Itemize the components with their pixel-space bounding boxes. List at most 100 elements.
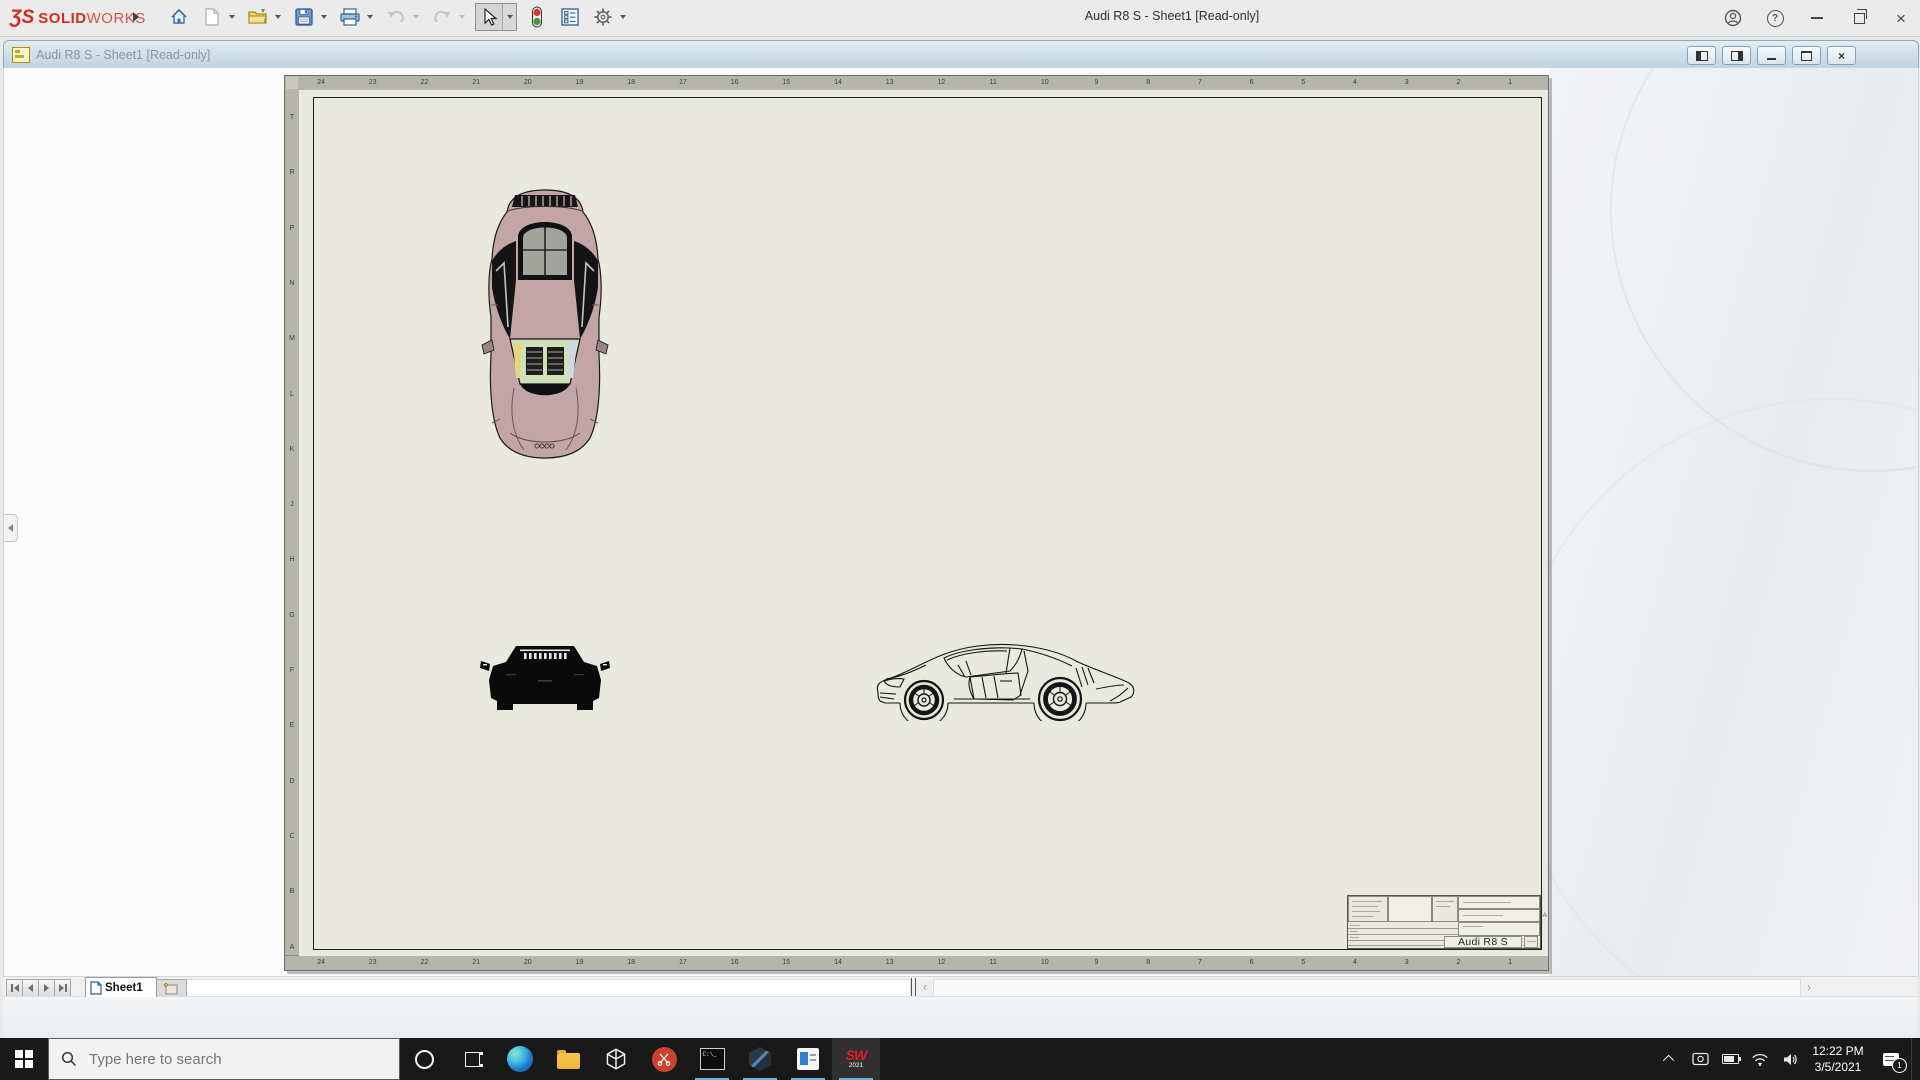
- horizontal-scrollbar[interactable]: [933, 979, 1801, 997]
- taskbar-app-snip[interactable]: [640, 1038, 688, 1080]
- home-icon: [171, 8, 187, 24]
- title-block-cell: [1348, 896, 1388, 922]
- properties-button[interactable]: [557, 4, 583, 30]
- open-dropdown[interactable]: [271, 4, 284, 30]
- undo-dropdown[interactable]: [409, 4, 422, 30]
- appearance-button[interactable]: [524, 4, 550, 30]
- doc-pane-left-button[interactable]: [1687, 46, 1716, 65]
- print-dropdown[interactable]: [363, 4, 376, 30]
- options-button[interactable]: [590, 4, 616, 30]
- restore-button[interactable]: [1846, 5, 1872, 31]
- open-button[interactable]: [245, 4, 271, 30]
- taskbar-app-3d-viewer[interactable]: [592, 1038, 640, 1080]
- sheet-nav-last-button[interactable]: [54, 979, 71, 997]
- window-app-icon: [797, 1048, 819, 1070]
- snip-icon: [651, 1046, 677, 1072]
- ruler-number: 23: [368, 79, 377, 86]
- title-block-cell: [1432, 896, 1458, 922]
- doc-close-icon: ×: [1837, 48, 1845, 63]
- drawing-view-front[interactable]: [480, 634, 610, 719]
- ruler-number: 1: [1508, 959, 1513, 966]
- flyout-arrow-icon: [8, 524, 13, 532]
- add-sheet-tab[interactable]: [153, 979, 187, 997]
- ruler-number: 9: [1094, 959, 1099, 966]
- select-tool-dropdown[interactable]: [502, 4, 516, 30]
- 3d-viewer-cube-icon: [606, 1048, 626, 1070]
- tray-network-button[interactable]: [1745, 1038, 1775, 1080]
- save-button[interactable]: [291, 4, 317, 30]
- taskbar-app-hexagon[interactable]: [736, 1038, 784, 1080]
- print-icon: [340, 8, 360, 26]
- taskbar-app-file-explorer[interactable]: [544, 1038, 592, 1080]
- ruler-number: 1: [1508, 79, 1513, 86]
- sheet-nav-prev-button[interactable]: [22, 979, 39, 997]
- redo-button[interactable]: [429, 4, 455, 30]
- drawing-viewport[interactable]: 24 23 22 21 20 19 18 17 16 15 14 13 12 11 10 9 8 7 6 5 4 3 2 1 …: [284, 75, 1549, 971]
- new-document-button[interactable]: [199, 4, 225, 30]
- ruler-number: 11: [989, 79, 997, 86]
- scroll-right-button[interactable]: ›: [1801, 979, 1817, 995]
- ruler-number: 21: [472, 959, 480, 966]
- cortana-button[interactable]: [400, 1038, 448, 1080]
- sheet-nav-next-button[interactable]: [38, 979, 55, 997]
- minimize-button[interactable]: [1804, 5, 1830, 31]
- tray-overflow-button[interactable]: [1655, 1038, 1685, 1080]
- options-dropdown[interactable]: [616, 4, 629, 30]
- show-desktop-button[interactable]: [1911, 1038, 1920, 1080]
- taskbar-app-cmd[interactable]: C:\_: [688, 1038, 736, 1080]
- tray-volume-button[interactable]: [1775, 1038, 1805, 1080]
- save-dropdown[interactable]: [317, 4, 330, 30]
- drawing-document-icon: [12, 47, 30, 63]
- scroll-left-button[interactable]: ‹: [917, 979, 933, 995]
- doc-minimize-button[interactable]: [1757, 46, 1786, 65]
- task-view-button[interactable]: [448, 1038, 496, 1080]
- ruler-letter: K: [289, 445, 295, 453]
- doc-pane-right-button[interactable]: [1722, 46, 1751, 65]
- windows-logo-icon: [15, 1050, 33, 1068]
- redo-dropdown[interactable]: [455, 4, 468, 30]
- tray-battery-button[interactable]: [1715, 1038, 1745, 1080]
- undo-button[interactable]: [383, 4, 409, 30]
- taskbar-app-edge[interactable]: [496, 1038, 544, 1080]
- ruler-number: 2: [1456, 959, 1461, 966]
- document-title: Audi R8 S - Sheet1 [Read-only]: [36, 48, 211, 62]
- ruler-number: 6: [1249, 959, 1254, 966]
- drawing-sheet[interactable]: Audi R8 S A: [299, 90, 1548, 956]
- ruler-number: 4: [1353, 79, 1357, 86]
- ruler-letter: G: [289, 611, 295, 619]
- ruler-number: 8: [1146, 79, 1151, 86]
- ruler-number: 3: [1404, 959, 1409, 966]
- action-center-button[interactable]: 1: [1871, 1038, 1911, 1080]
- close-button[interactable]: ×: [1888, 5, 1914, 31]
- pane-splitter-handle[interactable]: [911, 978, 916, 996]
- select-tool-button[interactable]: [476, 4, 502, 30]
- sheet-nav-first-button[interactable]: [6, 979, 23, 997]
- feature-pane-flyout-tab[interactable]: [4, 514, 18, 542]
- drawing-view-side[interactable]: [870, 637, 1152, 721]
- ruler-letter: M: [289, 335, 295, 343]
- tab-sheet1[interactable]: Sheet1: [85, 977, 157, 997]
- start-button[interactable]: [0, 1038, 48, 1080]
- account-button[interactable]: [1720, 5, 1746, 31]
- taskbar-clock[interactable]: 12:22 PM 3/5/2021: [1805, 1043, 1871, 1075]
- print-button[interactable]: [337, 4, 363, 30]
- ruler-number: 19: [575, 79, 584, 86]
- notification-badge: 1: [1892, 1058, 1907, 1073]
- tray-meet-now-button[interactable]: [1685, 1038, 1715, 1080]
- drawing-view-top[interactable]: [480, 187, 610, 460]
- doc-restore-button[interactable]: [1792, 46, 1821, 65]
- taskbar-app-window[interactable]: [784, 1038, 832, 1080]
- new-document-dropdown[interactable]: [225, 4, 238, 30]
- home-button[interactable]: [166, 4, 192, 30]
- ruler-left: T R P N M L K J H G F E D C B A: [285, 90, 300, 956]
- search-icon: [61, 1051, 77, 1067]
- doc-close-button[interactable]: ×: [1827, 46, 1856, 65]
- window-controls: ? ×: [1720, 0, 1914, 36]
- taskbar-app-solidworks[interactable]: SW 2021: [832, 1038, 880, 1080]
- help-button[interactable]: ?: [1762, 5, 1788, 31]
- search-input[interactable]: [87, 1049, 371, 1069]
- taskbar-search[interactable]: [48, 1038, 400, 1080]
- backdrop-swirl: [1510, 398, 1918, 976]
- title-block-part-name: Audi R8 S: [1458, 936, 1508, 948]
- menu-expand-arrow-icon[interactable]: [133, 12, 139, 22]
